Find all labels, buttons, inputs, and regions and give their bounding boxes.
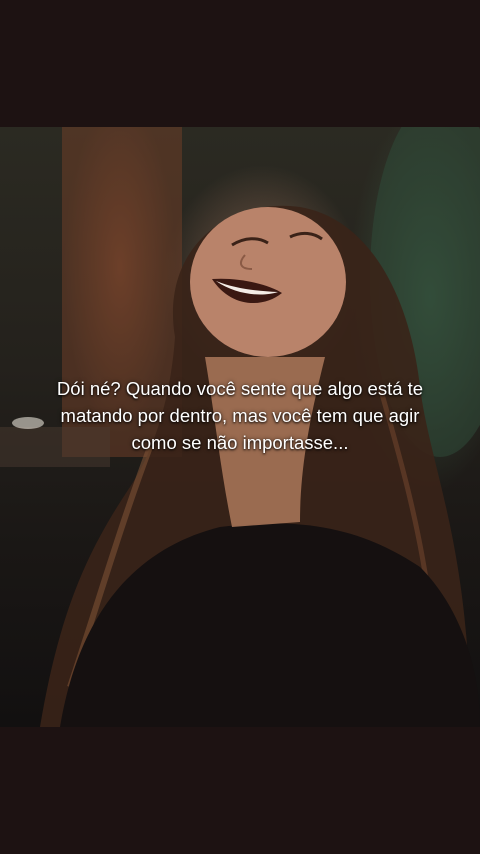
video-frame[interactable]: Dói né? Quando você sente que algo está … [0,127,480,727]
letterbox-bottom [0,727,480,854]
video-screen[interactable]: Dói né? Quando você sente que algo está … [0,0,480,854]
letterbox-top [0,0,480,127]
video-caption: Dói né? Quando você sente que algo está … [56,378,424,453]
